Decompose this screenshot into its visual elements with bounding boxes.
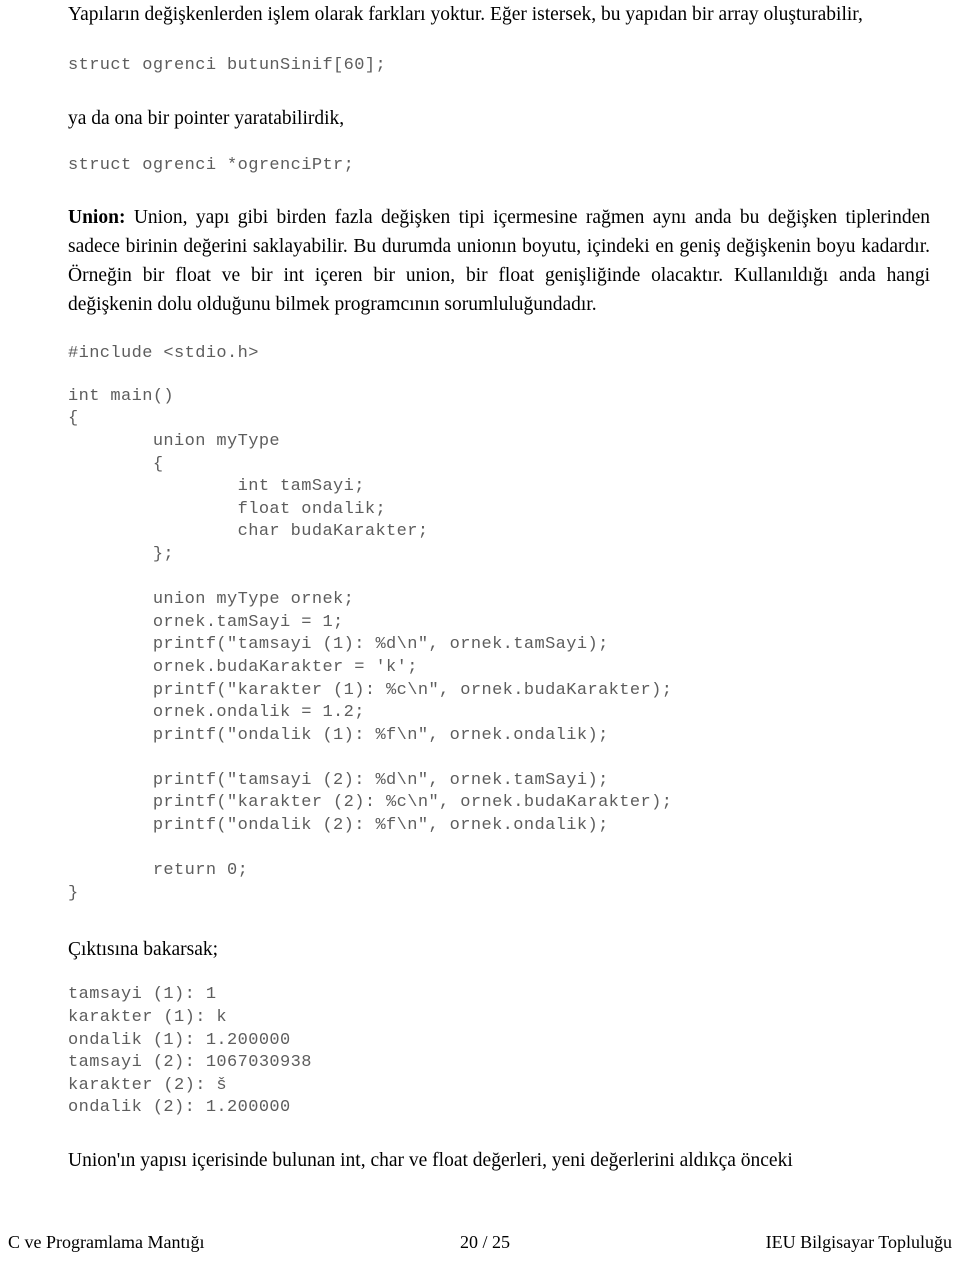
page-content: Yapıların değişkenlerden işlem olarak fa… (68, 0, 930, 1175)
code-main-block: int main() { union myType { int tamSayi;… (68, 386, 673, 903)
pointer-paragraph: ya da ona bir pointer yaratabilirdik, (68, 107, 345, 129)
document-page: Yapıların değişkenlerden işlem olarak fa… (0, 0, 960, 1265)
intro-paragraph: Yapıların değişkenlerden işlem olarak fa… (68, 4, 863, 25)
footer-organization: IEU Bilgisayar Topluluğu (765, 1232, 952, 1252)
code-pointer-declaration: struct ogrenci *ogrenciPtr; (68, 155, 355, 175)
footer-page-number: 20 / 25 (460, 1232, 511, 1252)
code-include-directive: #include <stdio.h> (68, 344, 259, 364)
code-array-declaration: struct ogrenci butunSinif[60]; (68, 56, 387, 75)
page-footer: C ve Programlama Mantığı 20 / 25 IEU Bil… (8, 1232, 952, 1253)
program-output-block: tamsayi (1): 1 karakter (1): k ondalik (… (68, 985, 312, 1118)
closing-paragraph: Union'ın yapısı içerisinde bulunan int, … (68, 1150, 793, 1171)
union-term-label: Union: (68, 207, 126, 229)
output-heading: Çıktısına bakarsak; (68, 939, 219, 961)
footer-course-title: C ve Programlama Mantığı (8, 1232, 205, 1252)
union-paragraph-text: Union, yapı gibi birden fazla değişken t… (68, 207, 930, 316)
union-paragraph: Union: Union, yapı gibi birden fazla değ… (68, 203, 930, 319)
